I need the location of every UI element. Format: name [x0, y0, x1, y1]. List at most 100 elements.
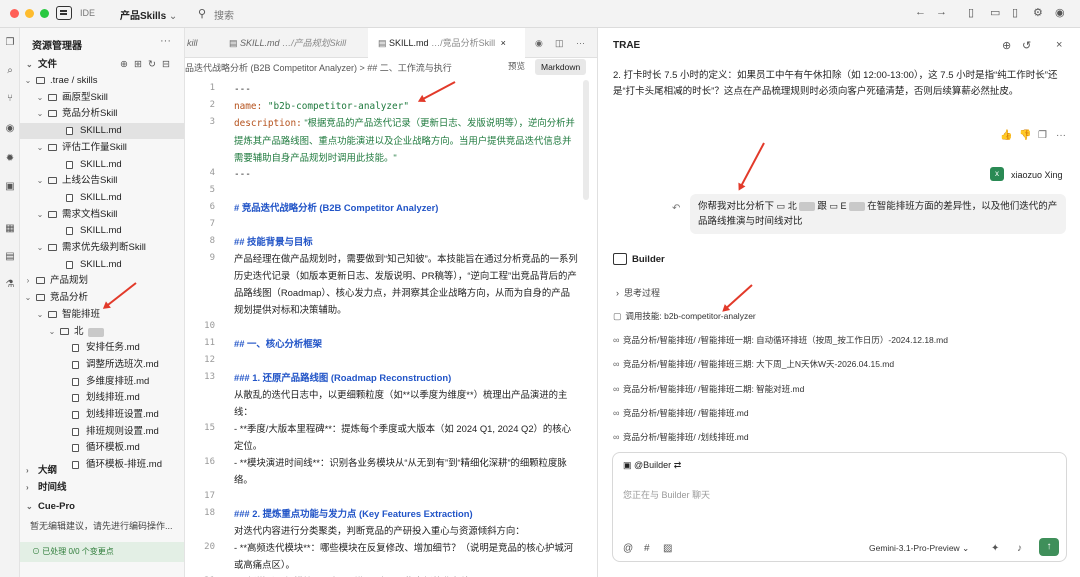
- tree-file[interactable]: 调整所选班次.md: [20, 357, 184, 373]
- code-line[interactable]: - **模块演进时间线**：识别各业务模块从“从无到有”到“精细化深耕”的细颗粒…: [234, 454, 579, 488]
- language-mode-button[interactable]: Markdown: [535, 59, 587, 75]
- tree-file[interactable]: SKILL.md: [20, 123, 184, 140]
- tree-folder[interactable]: ⌄ 上线公告Skill: [20, 173, 184, 189]
- tree-folder[interactable]: › 产品规划: [20, 273, 184, 289]
- outline-section-header[interactable]: › 大纲: [20, 463, 184, 479]
- file-reference[interactable]: ∞ 竞品分析/智能排班/ /智能排班一期: 自动循环排班（按周_按工作日历）-20…: [613, 334, 1053, 346]
- tree-folder[interactable]: ⌄ 智能排班: [20, 307, 184, 323]
- file-reference[interactable]: ∞ 竞品分析/智能排班/ /智能排班三期: 大下周_上N天休W天-2026.04.…: [613, 358, 1053, 370]
- tree-file[interactable]: 划线排班.md: [20, 390, 184, 406]
- sparkle-icon[interactable]: ✦: [991, 543, 999, 554]
- tab-product-planning-skill[interactable]: ▤ SKILL.md …/产品规划Skill: [221, 28, 368, 58]
- collapse-icon[interactable]: ⊟: [162, 57, 170, 73]
- minimize-window-button[interactable]: [25, 9, 34, 18]
- thumbs-up-icon[interactable]: 👍: [1000, 130, 1012, 141]
- tab-prev-skill[interactable]: kill: [185, 28, 221, 58]
- thinking-toggle[interactable]: › 思考过程: [616, 286, 660, 299]
- tree-file[interactable]: 划线排班设置.md: [20, 407, 184, 423]
- tree-file[interactable]: 多维度排班.md: [20, 374, 184, 390]
- code-line[interactable]: name: "b2b-competitor-analyzer": [234, 97, 579, 115]
- file-reference[interactable]: ∞ 竞品分析/智能排班/ /智能排班二期: 智能对班.md: [613, 383, 1053, 395]
- tree-folder[interactable]: ⌄ 评估工作量Skill: [20, 140, 184, 156]
- tab-competitor-skill[interactable]: ▤ SKILL.md …/竞品分析Skill ×: [368, 28, 525, 58]
- tree-folder[interactable]: ⌄ .trae / skills: [20, 73, 184, 89]
- files-section-header[interactable]: ⌄ 文件 ⊕ ⊞ ↻ ⊟: [20, 57, 184, 73]
- new-file-icon[interactable]: ⊕: [120, 57, 128, 73]
- tree-folder[interactable]: ⌄ 需求文档Skill: [20, 207, 184, 223]
- split-editor-icon[interactable]: ◫: [555, 28, 564, 58]
- tree-folder[interactable]: ⌄ 需求优先级判断Skill: [20, 240, 184, 256]
- close-window-button[interactable]: [10, 9, 19, 18]
- source-control-icon[interactable]: ⑂: [3, 92, 17, 106]
- forward-icon[interactable]: →: [936, 6, 947, 18]
- new-folder-icon[interactable]: ⊞: [134, 57, 142, 73]
- thumbs-down-icon[interactable]: 👎: [1019, 130, 1031, 141]
- ide-icon[interactable]: [56, 6, 72, 20]
- cue-section-header[interactable]: ⌄ Cue-Pro: [20, 499, 184, 515]
- code-line[interactable]: ---: [234, 165, 579, 183]
- code-line[interactable]: - **季度/大版本里程碑**：提炼每个季度或大版本（如 2024 Q1, 20…: [234, 420, 579, 454]
- search-input[interactable]: 搜索: [214, 7, 234, 22]
- account-icon[interactable]: ◉: [1055, 6, 1065, 19]
- tree-folder[interactable]: ⌄ 画原型Skill: [20, 90, 184, 106]
- tree-file[interactable]: 排班规则设置.md: [20, 424, 184, 440]
- copy-icon[interactable]: ❐: [1038, 130, 1047, 141]
- code-line[interactable]: 产品经理在做产品规划时，需要做到“知己知彼”。本技能旨在通过分析竞品的一系列历史…: [234, 250, 579, 318]
- database-icon[interactable]: ▤: [3, 250, 17, 264]
- swap-icon[interactable]: ⇄: [674, 460, 682, 470]
- search-icon[interactable]: ⌕: [3, 64, 17, 78]
- code-line[interactable]: ### 1. 还原产品路线图 (Roadmap Reconstruction): [234, 369, 579, 386]
- timeline-section-header[interactable]: › 时间线: [20, 480, 184, 496]
- debug-icon[interactable]: ✹: [3, 152, 17, 166]
- microphone-icon[interactable]: ♪: [1017, 543, 1022, 554]
- folder-chip[interactable]: ▭ 北: [777, 199, 815, 214]
- toggle-right-panel-icon[interactable]: ▯: [1012, 6, 1018, 19]
- more-icon[interactable]: ···: [160, 35, 171, 47]
- code-line[interactable]: - **高频迭代模块**：哪些模块在反复修改、增加细节？（说明是竞品的核心护城河…: [234, 539, 579, 573]
- tree-folder[interactable]: ⌄ 竞品分析Skill: [20, 106, 184, 122]
- image-icon[interactable]: ▨: [663, 543, 672, 554]
- code-line[interactable]: 从散乱的迭代日志中，以更细颗粒度（如**以季度为维度**）梳理出产品演进的主线：: [234, 386, 579, 420]
- extensions-icon[interactable]: ▦: [3, 222, 17, 236]
- preview-button[interactable]: 预览: [508, 60, 525, 72]
- remote-icon[interactable]: ▣: [3, 180, 17, 194]
- chat-input[interactable]: 您正在与 Builder 聊天: [623, 488, 710, 501]
- toggle-panel-icon[interactable]: ▭: [990, 6, 1000, 19]
- hash-icon[interactable]: #: [644, 543, 650, 554]
- new-chat-icon[interactable]: ⊕: [1002, 39, 1011, 52]
- code-line[interactable]: ### 2. 提炼重点功能与发力点 (Key Features Extracti…: [234, 505, 579, 522]
- history-icon[interactable]: ↺: [1022, 39, 1031, 52]
- refresh-icon[interactable]: ↻: [148, 57, 156, 73]
- more-icon[interactable]: ···: [576, 28, 585, 58]
- toggle-sidebar-icon[interactable]: ▯: [968, 6, 974, 19]
- file-reference[interactable]: ∞ 竞品分析/智能排班/ /智能排班.md: [613, 407, 1053, 419]
- code-line[interactable]: ## 一、核心分析框架: [234, 335, 579, 352]
- project-switcher[interactable]: 产品Skills ⌄: [120, 7, 177, 22]
- code-line[interactable]: description: "根据竞品的产品迭代记录（更新日志、发版说明等），逆向…: [234, 114, 579, 166]
- close-icon[interactable]: ×: [501, 38, 506, 48]
- settings-icon[interactable]: ⚙: [1033, 6, 1043, 19]
- code-line[interactable]: # 竞品迭代战略分析 (B2B Competitor Analyzer): [234, 199, 579, 216]
- eye-icon[interactable]: ◉: [3, 122, 17, 136]
- undo-icon[interactable]: ↶: [672, 203, 680, 214]
- send-button[interactable]: ↑: [1039, 538, 1059, 556]
- code-line[interactable]: 对迭代内容进行分类聚类，判断竞品的产研投入重心与资源倾斜方向：: [234, 522, 579, 539]
- tree-folder[interactable]: ⌄ 北: [20, 324, 184, 340]
- close-icon[interactable]: ×: [1056, 39, 1062, 51]
- skill-call[interactable]: ▢ 调用技能: b2b-competitor-analyzer: [613, 310, 1053, 322]
- model-selector[interactable]: Gemini-3.1-Pro-Preview ⌄: [869, 543, 969, 554]
- chat-input-box[interactable]: ▣ @Builder ⇄ 您正在与 Builder 聊天 @ # ▨ Gemin…: [612, 452, 1067, 562]
- code-line[interactable]: ---: [234, 80, 579, 98]
- mention-icon[interactable]: @: [623, 543, 633, 554]
- more-icon[interactable]: ···: [1056, 130, 1066, 141]
- tree-file[interactable]: SKILL.md: [20, 190, 184, 206]
- folder-chip[interactable]: ▭ E: [830, 199, 865, 214]
- flask-icon[interactable]: ⚗: [3, 278, 17, 292]
- editor-scrollbar[interactable]: [583, 80, 589, 200]
- tree-file[interactable]: 安排任务.md: [20, 340, 184, 356]
- back-icon[interactable]: ←: [915, 6, 926, 18]
- code-line[interactable]: ## 技能背景与目标: [234, 233, 579, 250]
- tree-file[interactable]: SKILL.md: [20, 257, 184, 273]
- code-line[interactable]: - **新增重量级模块**：竞品近期开辟了哪些全新的业务线？: [234, 573, 579, 577]
- tree-file[interactable]: 循环模板.md: [20, 440, 184, 456]
